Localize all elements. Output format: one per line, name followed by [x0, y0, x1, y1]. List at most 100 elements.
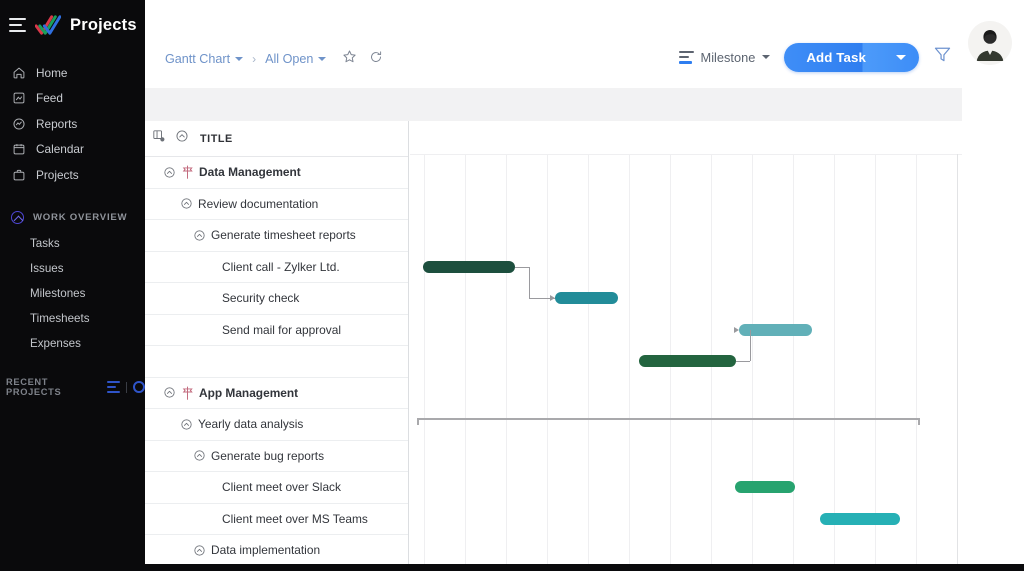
gantt-summary-bar[interactable] — [417, 418, 920, 425]
table-row[interactable]: Client meet over MS Teams — [145, 504, 408, 536]
sidebar-item-home[interactable]: Home — [0, 60, 145, 86]
task-row-content: Yearly data analysis — [145, 417, 303, 431]
sidebar-item-tasks[interactable]: Tasks — [0, 231, 145, 256]
view-selector-gantt-chart[interactable]: Gantt Chart — [165, 52, 243, 66]
chevron-circle-up-icon[interactable] — [193, 449, 206, 462]
gantt-chart-app: Projects Home Feed Reports — [0, 0, 1024, 571]
add-task-dropdown[interactable] — [883, 43, 919, 72]
gridline — [547, 154, 548, 571]
dependency-line — [529, 267, 530, 299]
column-header-title: TITLE — [200, 133, 233, 145]
task-row-content: Generate timesheet reports — [145, 228, 356, 242]
sidebar-item-label: Reports — [36, 117, 77, 131]
table-row[interactable]: Generate bug reports — [145, 441, 408, 473]
table-row[interactable]: Security check — [145, 283, 408, 315]
table-row[interactable]: Client meet over Slack — [145, 472, 408, 504]
avatar[interactable] — [968, 21, 1012, 65]
breadcrumb: Gantt Chart › All Open — [165, 44, 383, 74]
view-selector-label: Gantt Chart — [165, 52, 230, 66]
task-title: Send mail for approval — [222, 323, 341, 337]
dependency-line — [750, 330, 751, 362]
gantt-bar[interactable] — [820, 513, 900, 525]
sidebar-brand: Projects — [0, 0, 145, 50]
task-title: App Management — [199, 386, 298, 400]
chevron-circle-up-icon[interactable] — [193, 229, 206, 242]
sort-lines-icon[interactable] — [107, 381, 120, 393]
recent-projects-label: RECENT PROJECTS — [6, 377, 101, 397]
add-task-button[interactable]: Add Task — [784, 43, 919, 72]
task-list-rows: Data Management Review documentation Gener… — [145, 157, 408, 567]
task-title: Client meet over MS Teams — [222, 512, 368, 526]
gridline — [916, 154, 917, 571]
feed-icon — [11, 91, 26, 106]
gantt-gridlines — [410, 121, 1024, 571]
refresh-icon[interactable] — [369, 50, 383, 69]
work-overview-items: Tasks Issues Milestones Timesheets Expen… — [0, 231, 145, 356]
divider — [126, 382, 127, 393]
gridline — [465, 154, 466, 571]
filter-selector-label: All Open — [265, 52, 313, 66]
milestone-dropdown[interactable]: Milestone — [679, 50, 771, 65]
task-row-content: Send mail for approval — [145, 323, 341, 337]
chevron-circle-up-icon[interactable] — [163, 386, 176, 399]
table-row[interactable]: Data Management — [145, 157, 408, 189]
gridline — [588, 154, 589, 571]
gantt-bar[interactable] — [639, 355, 736, 367]
task-row-spacer — [145, 346, 408, 378]
collapse-all-icon[interactable] — [175, 129, 189, 148]
gantt-chart-area[interactable] — [410, 121, 1024, 571]
table-row[interactable]: Client call - Zylker Ltd. — [145, 252, 408, 284]
sidebar-recent-projects[interactable]: RECENT PROJECTS — [0, 377, 145, 397]
table-row[interactable]: Generate timesheet reports — [145, 220, 408, 252]
milestone-lines-icon — [679, 51, 694, 64]
star-icon[interactable] — [342, 49, 357, 69]
chevron-circle-up-icon[interactable] — [180, 418, 193, 431]
chevron-circle-up-icon[interactable] — [193, 544, 206, 557]
chevron-down-icon — [235, 57, 243, 61]
hamburger-icon[interactable] — [9, 18, 26, 32]
dependency-arrow-icon — [550, 295, 555, 301]
table-row[interactable]: Send mail for approval — [145, 315, 408, 347]
sidebar-item-calendar[interactable]: Calendar — [0, 137, 145, 163]
dependency-line — [736, 361, 750, 362]
chevron-circle-up-icon[interactable] — [163, 166, 176, 179]
sidebar-subitem-label: Timesheets — [30, 312, 90, 325]
top-toolbar: Gantt Chart › All Open — [145, 0, 1024, 88]
circle-icon[interactable] — [133, 381, 145, 393]
gridline — [506, 154, 507, 571]
task-title: Data Management — [199, 165, 301, 179]
chevron-circle-up-icon[interactable] — [180, 197, 193, 210]
sidebar-item-reports[interactable]: Reports — [0, 111, 145, 137]
gridline — [793, 154, 794, 571]
table-row[interactable]: Yearly data analysis — [145, 409, 408, 441]
sidebar-item-milestones[interactable]: Milestones — [0, 281, 145, 306]
filter-selector-all-open[interactable]: All Open — [265, 52, 326, 66]
sidebar-item-expenses[interactable]: Expenses — [0, 331, 145, 356]
breadcrumb-separator: › — [252, 52, 256, 66]
table-row[interactable]: Review documentation — [145, 189, 408, 221]
gantt-bar[interactable] — [423, 261, 515, 273]
sidebar-item-feed[interactable]: Feed — [0, 86, 145, 112]
sidebar-item-label: Calendar — [36, 142, 84, 156]
table-row[interactable]: Data implementation — [145, 535, 408, 567]
task-title: Client meet over Slack — [222, 480, 341, 494]
table-row[interactable]: App Management — [145, 378, 408, 410]
gantt-bar[interactable] — [735, 481, 795, 493]
task-row-content: Client call - Zylker Ltd. — [145, 260, 340, 274]
section-label: WORK OVERVIEW — [33, 212, 127, 223]
task-list-header: TITLE — [145, 121, 408, 157]
sidebar-item-timesheets[interactable]: Timesheets — [0, 306, 145, 331]
funnel-icon[interactable] — [933, 45, 952, 69]
column-settings-icon[interactable] — [152, 129, 166, 148]
sidebar-subitem-label: Issues — [30, 262, 64, 275]
task-title: Client call - Zylker Ltd. — [222, 260, 340, 274]
chevron-down-icon — [318, 57, 326, 61]
gantt-top-border — [410, 154, 962, 155]
sidebar-item-projects[interactable]: Projects — [0, 162, 145, 188]
calendar-icon — [11, 142, 26, 157]
sidebar-item-issues[interactable]: Issues — [0, 256, 145, 281]
brand-name: Projects — [70, 16, 137, 35]
sidebar-section-work-overview[interactable]: WORK OVERVIEW — [0, 205, 145, 231]
gantt-bar[interactable] — [555, 292, 618, 304]
task-title: Security check — [222, 291, 299, 305]
